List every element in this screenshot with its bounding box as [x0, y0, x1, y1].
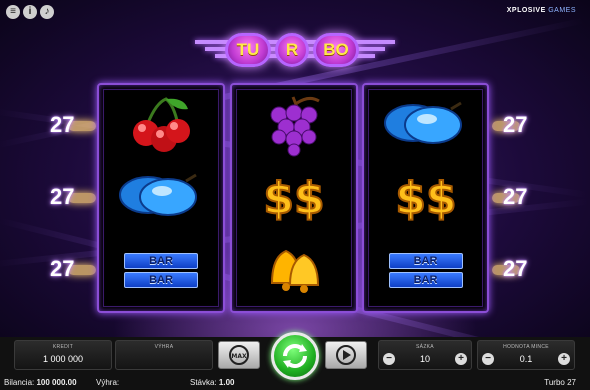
bar-plate: BAR [388, 253, 463, 269]
spin-button[interactable] [271, 332, 319, 380]
bet-plus-button[interactable]: + [455, 353, 467, 365]
title-letter-bo: BO [313, 33, 359, 67]
bar-plate: BAR [124, 253, 198, 269]
bar-symbol: BAR BAR [124, 253, 198, 291]
stake-value: 1.00 [218, 378, 235, 387]
bet-label: SÁZKA [416, 344, 434, 350]
coin-plus-button[interactable]: + [558, 353, 570, 365]
max-label: MAX [231, 353, 247, 360]
stake-label: Stávka: [190, 378, 217, 387]
reel-2: $$ [230, 83, 358, 313]
bar-plate: BAR [124, 272, 198, 288]
win-label: VÝHRA [154, 344, 174, 350]
game-title: TU R BO [195, 30, 395, 72]
title-letter-tu: TU [225, 33, 271, 67]
menu-icon[interactable]: ≡ [6, 5, 20, 19]
cherries-icon [133, 97, 190, 152]
coin-minus-button[interactable]: − [482, 353, 494, 365]
bar-plate: BAR [388, 272, 463, 288]
title-letter-r: R [275, 33, 309, 67]
balance-value: 100 000.00 [36, 378, 77, 387]
grapes-icon [270, 96, 320, 157]
bar-symbol: BAR BAR [388, 253, 463, 291]
svg-text:$$: $$ [395, 173, 456, 221]
payline-left-3: 27 [50, 256, 75, 281]
coin-value-label: HODNOTA MINCE [503, 344, 549, 350]
win-status: Výhra: [96, 378, 119, 387]
payline-right-2: 27 [503, 184, 528, 209]
brand-main: XPLOSIVE [506, 7, 546, 14]
payline-right-1: 27 [503, 112, 528, 137]
reel-3: $$ BAR BAR [362, 83, 489, 313]
spin-arrows-icon [283, 344, 307, 368]
payline-left-2: 27 [50, 184, 75, 209]
brand-suffix: GAMES [548, 7, 576, 14]
max-bet-icon: MAX [229, 345, 249, 365]
stake-status: Stávka: 1.00 [190, 378, 235, 387]
balance-status: Bilancia: 100 000.00 [4, 378, 77, 387]
bet-minus-button[interactable]: − [383, 353, 395, 365]
info-icon[interactable]: i [23, 5, 37, 19]
play-circle-icon [336, 345, 356, 365]
payline-left-1: 27 [50, 112, 75, 137]
payline-right-3: 27 [503, 256, 528, 281]
credit-value: 1 000 000 [42, 354, 84, 364]
brand-logo: XPLOSIVE GAMES [507, 7, 576, 14]
reel-1: BAR BAR [97, 83, 225, 313]
game-name: Turbo 27 [544, 378, 576, 387]
win-status-label: Výhra: [96, 378, 120, 387]
dollar-icon: $$ [394, 172, 457, 221]
credit-label: KREDIT [52, 344, 74, 350]
win-box: VÝHRA [115, 340, 213, 370]
credit-box: KREDIT 1 000 000 [14, 340, 112, 370]
balance-label: Bilancia: [4, 378, 35, 387]
dollar-icon: $$ [262, 172, 325, 221]
svg-text:$$: $$ [263, 173, 324, 221]
plums-icon [383, 101, 462, 144]
game-stage: ≡ i ♪ XPLOSIVE GAMES TU R BO 27 27 27 27… [0, 0, 590, 390]
bells-icon [270, 249, 320, 293]
top-bar: ≡ i ♪ XPLOSIVE GAMES [0, 0, 590, 24]
max-bet-button[interactable]: MAX [218, 341, 260, 369]
coin-value-box: HODNOTA MINCE 0.1 − + [477, 340, 575, 370]
bet-box: SÁZKA 10 − + [378, 340, 472, 370]
plums-icon [119, 173, 197, 216]
autoplay-button[interactable] [325, 341, 367, 369]
sound-icon[interactable]: ♪ [40, 5, 54, 19]
